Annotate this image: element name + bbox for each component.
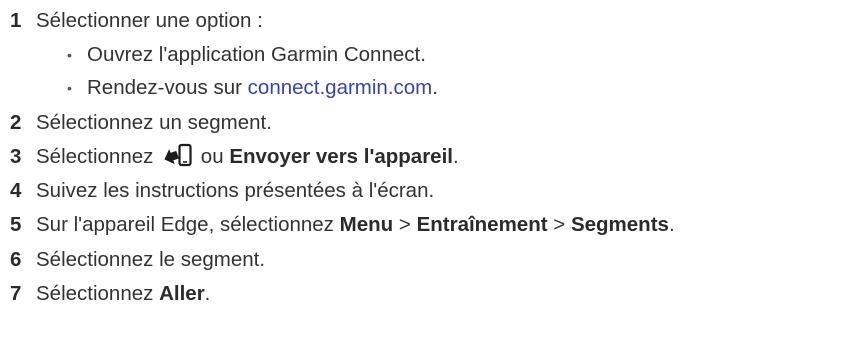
segments-label: Segments [570, 213, 669, 236]
step-number: 2 [10, 111, 22, 134]
step-text-pre: Sélectionnez [36, 282, 154, 305]
step-text-post: . [668, 213, 675, 236]
step-text-or: ou [200, 145, 224, 168]
step-number: 4 [10, 179, 22, 202]
step-text: Sélectionnez Aller. [36, 279, 210, 309]
option-text-post: . [432, 76, 438, 99]
path-separator: > [398, 213, 411, 236]
step-number: 7 [10, 282, 22, 305]
step-number: 5 [10, 213, 22, 236]
path-separator: > [553, 213, 566, 236]
step-text-pre: Sur l'appareil Edge, sélectionnez [36, 213, 334, 236]
step-text-pre: Sélectionnez [36, 145, 154, 168]
step-number: 3 [10, 145, 22, 168]
step-text: Sur l'appareil Edge, sélectionnez Menu >… [36, 210, 675, 240]
go-label: Aller [159, 282, 205, 305]
step-number: 6 [10, 248, 22, 271]
step-text: Sélectionnez un segment. [36, 111, 272, 134]
option-text: Ouvrez l'application Garmin Connect. [87, 43, 426, 66]
send-to-device-icon [164, 143, 192, 167]
step-text-post: . [452, 145, 459, 168]
step-text: Sélectionner une option : [36, 9, 263, 32]
step-text: Sélectionnez le segment. [36, 248, 266, 271]
step-text: Suivez les instructions présentées à l'é… [36, 179, 435, 202]
step-text: Sélectionnez ou Envoyer vers l'appareil. [36, 142, 459, 172]
garmin-connect-link[interactable]: connect.garmin.com [248, 76, 433, 99]
bullet: • [67, 80, 72, 96]
option-text: Rendez-vous sur connect.garmin.com. [87, 73, 438, 103]
bullet: • [67, 47, 72, 63]
training-label: Entraînement [416, 213, 548, 236]
step-number: 1 [10, 9, 22, 32]
step-bold: Envoyer vers l'appareil [229, 145, 453, 168]
step-text-post: . [204, 282, 211, 305]
instructions-document: 1 Sélectionner une option : • Ouvrez l'a… [0, 0, 847, 353]
menu-label: Menu [339, 213, 394, 236]
option-text-pre: Rendez-vous sur [87, 76, 242, 99]
